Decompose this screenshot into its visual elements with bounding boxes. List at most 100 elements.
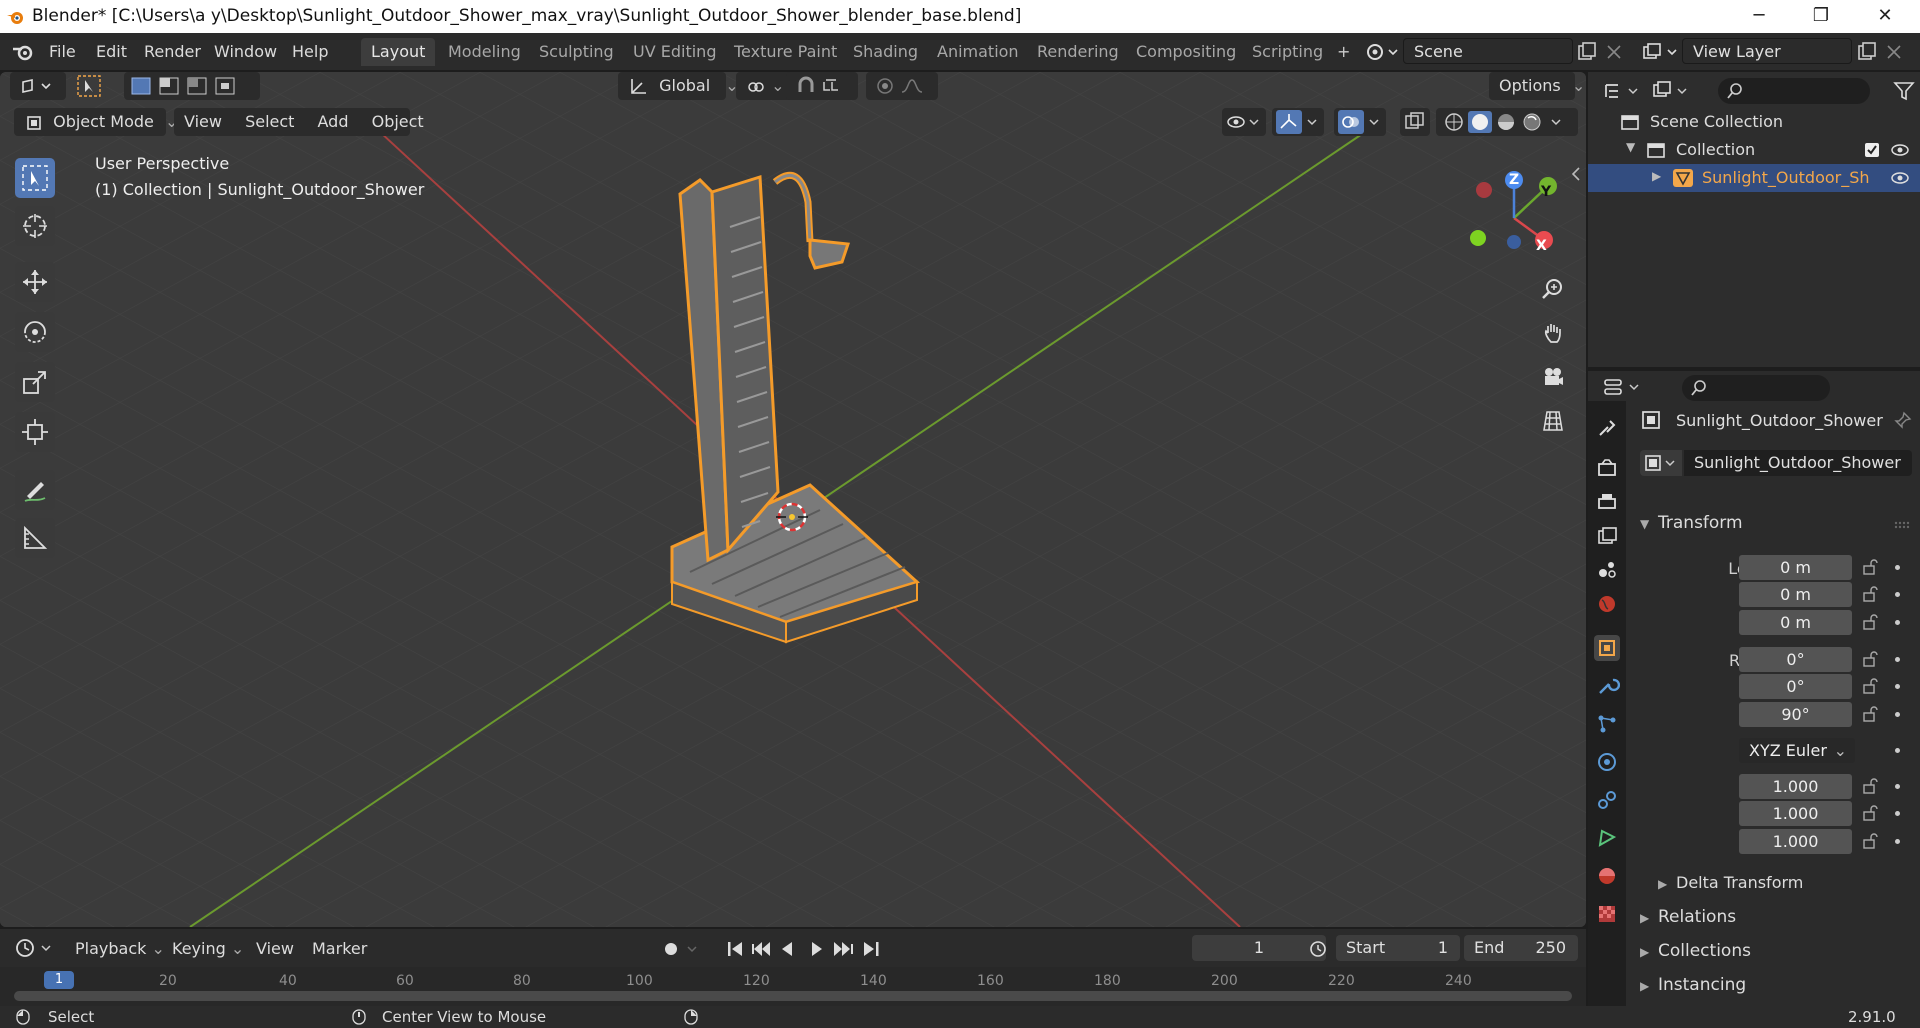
scale-tool[interactable] xyxy=(15,362,55,402)
object-browse-button[interactable] xyxy=(1640,450,1682,476)
tab-modifiers[interactable] xyxy=(1594,673,1621,699)
rotation-x-field[interactable]: 0° xyxy=(1739,647,1852,672)
scale-z-field[interactable]: 1.000 xyxy=(1739,829,1852,854)
keyframe-dot[interactable] xyxy=(1895,684,1900,689)
remove-scene-icon[interactable] xyxy=(1605,43,1623,61)
tab-constraints[interactable] xyxy=(1594,787,1620,813)
transform-panel-header[interactable]: ▼ Transform xyxy=(1640,513,1920,543)
pan-view-button[interactable] xyxy=(1536,316,1570,350)
end-frame-field[interactable]: End 250 xyxy=(1464,935,1578,961)
properties-search-input[interactable] xyxy=(1682,375,1830,401)
keyframe-dot[interactable] xyxy=(1895,620,1900,625)
lock-icon[interactable] xyxy=(1862,651,1878,667)
cursor-tool[interactable] xyxy=(15,206,55,246)
shading-mode-group[interactable] xyxy=(1436,108,1578,136)
zoom-view-button[interactable] xyxy=(1536,272,1570,306)
keyframe-dot[interactable] xyxy=(1895,565,1900,570)
tab-texture-paint[interactable]: Texture Paint xyxy=(724,38,847,66)
lock-icon[interactable] xyxy=(1862,559,1878,575)
lock-icon[interactable] xyxy=(1862,586,1878,602)
outliner-search-input[interactable] xyxy=(1718,78,1870,104)
maximize-button[interactable]: ❐ xyxy=(1795,2,1847,30)
scale-y-field[interactable]: 1.000 xyxy=(1739,801,1852,826)
filter-icon[interactable] xyxy=(1892,80,1916,102)
xray-toggle[interactable] xyxy=(1400,108,1430,136)
object-name-field[interactable]: Sunlight_Outdoor_Shower xyxy=(1684,450,1912,476)
3d-viewport[interactable]: Global ⌄ ⌄ Options ⌄ Object Mode ⌄ View … xyxy=(0,72,1586,927)
rotation-y-field[interactable]: 0° xyxy=(1739,674,1852,699)
tab-shading[interactable]: Shading xyxy=(843,38,928,66)
menu-add[interactable]: Add xyxy=(318,112,349,131)
tab-rendering[interactable]: Rendering xyxy=(1027,38,1129,66)
remove-view-layer-icon[interactable] xyxy=(1885,43,1903,61)
keyframe-dot[interactable] xyxy=(1895,712,1900,717)
snapping-group[interactable] xyxy=(786,72,858,100)
outliner-row-object[interactable]: ▶ Sunlight_Outdoor_Sh xyxy=(1588,164,1920,192)
expand-arrow-icon[interactable]: ▶ xyxy=(1652,169,1661,183)
select-box-tool[interactable] xyxy=(15,158,55,198)
tab-view-layer[interactable] xyxy=(1594,523,1620,549)
tab-physics[interactable] xyxy=(1594,749,1620,775)
start-frame-field[interactable]: Start 1 xyxy=(1336,935,1460,961)
outliner-row-scene-collection[interactable]: Scene Collection xyxy=(1588,108,1920,136)
keyframe-dot[interactable] xyxy=(1895,811,1900,816)
playhead[interactable]: 1 xyxy=(44,971,74,989)
tab-world[interactable] xyxy=(1594,591,1620,617)
scene-selector-icon[interactable] xyxy=(1365,41,1399,63)
scale-x-field[interactable]: 1.000 xyxy=(1739,774,1852,799)
view-layer-field[interactable]: View Layer xyxy=(1682,38,1852,64)
tab-material[interactable] xyxy=(1594,863,1620,889)
tab-data[interactable] xyxy=(1594,825,1620,851)
menu-render[interactable]: Render xyxy=(144,42,201,61)
lock-icon[interactable] xyxy=(1862,678,1878,694)
annotate-tool[interactable] xyxy=(15,470,55,510)
tab-sculpting[interactable]: Sculpting xyxy=(529,38,624,66)
eye-icon[interactable] xyxy=(1890,170,1910,186)
transform-tool[interactable] xyxy=(15,412,55,452)
preview-range-icon[interactable] xyxy=(1307,939,1329,959)
blender-menu-icon[interactable] xyxy=(12,42,34,62)
lock-icon[interactable] xyxy=(1862,805,1878,821)
menu-view[interactable]: View xyxy=(184,112,222,131)
keyframe-dot[interactable] xyxy=(1895,657,1900,662)
lock-icon[interactable] xyxy=(1862,833,1878,849)
pin-icon[interactable] xyxy=(1894,411,1912,429)
drag-handle-icon[interactable] xyxy=(1894,521,1910,533)
tab-object[interactable] xyxy=(1594,635,1620,661)
object-mode-dropdown[interactable]: Object Mode ⌄ xyxy=(14,108,178,136)
overlays-toggle[interactable] xyxy=(1334,108,1386,136)
checkbox-icon[interactable] xyxy=(1864,142,1880,158)
timeline-scrollbar[interactable] xyxy=(14,991,1572,1001)
tab-uv-editing[interactable]: UV Editing xyxy=(623,38,726,66)
playback-menu[interactable]: Playback ⌄ xyxy=(75,939,165,958)
location-z-field[interactable]: 0 m xyxy=(1739,610,1852,635)
move-tool[interactable] xyxy=(15,262,55,302)
keyframe-dot[interactable] xyxy=(1895,592,1900,597)
tab-output[interactable] xyxy=(1594,489,1620,515)
lock-icon[interactable] xyxy=(1862,614,1878,630)
menu-object[interactable]: Object xyxy=(372,112,424,131)
display-mode-icon[interactable] xyxy=(1652,80,1692,102)
relations-panel-header[interactable]: ▶ Relations xyxy=(1640,907,1920,937)
location-y-field[interactable]: 0 m xyxy=(1739,582,1852,607)
delta-transform-panel-header[interactable]: ▶ Delta Transform xyxy=(1658,873,1920,903)
menu-window[interactable]: Window xyxy=(214,42,277,61)
new-view-layer-icon[interactable] xyxy=(1856,41,1878,63)
ortho-toggle-button[interactable] xyxy=(1536,404,1570,438)
selection-mode-group[interactable] xyxy=(124,72,260,100)
lock-icon[interactable] xyxy=(1862,706,1878,722)
tab-tool[interactable] xyxy=(1594,415,1620,441)
current-frame-field[interactable]: 1 xyxy=(1192,935,1326,961)
playback-controls[interactable] xyxy=(724,938,894,960)
sidebar-toggle-icon[interactable] xyxy=(1570,166,1582,182)
rotation-z-field[interactable]: 90° xyxy=(1739,702,1852,727)
menu-select[interactable]: Select xyxy=(245,112,294,131)
editor-type-button[interactable] xyxy=(10,72,66,100)
camera-view-button[interactable] xyxy=(1536,360,1570,394)
options-dropdown[interactable]: Options ⌄ xyxy=(1489,72,1585,100)
menu-help[interactable]: Help xyxy=(292,42,328,61)
close-window-button[interactable]: ✕ xyxy=(1859,2,1911,30)
tab-scene[interactable] xyxy=(1594,557,1620,583)
location-x-field[interactable]: 0 m xyxy=(1739,555,1852,580)
menu-edit[interactable]: Edit xyxy=(96,42,127,61)
